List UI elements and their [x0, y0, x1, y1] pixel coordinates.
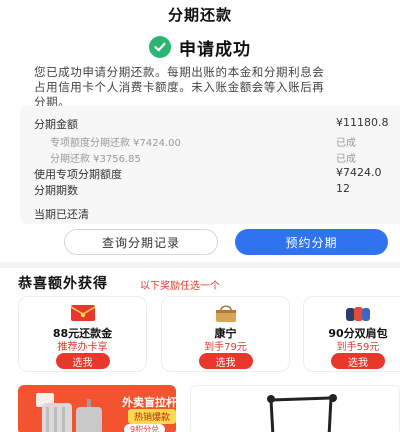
bag-icon [215, 305, 236, 322]
description-line-1: 您已成功申请分期还款。每期出账的本金和分期利息会 [34, 65, 325, 79]
summary-label: 分期还款 ¥3756.85 [50, 154, 141, 165]
choose-reward-button[interactable]: 选我 [198, 353, 253, 369]
description-line-2: 占用信用卡个人消费卡额度。未入账金额会等入账后再 [34, 80, 325, 94]
backpack-icon [346, 307, 370, 321]
success-description: 您已成功申请分期还款。每期出账的本金和分期利息会 占用信用卡个人消费卡额度。未入… [34, 65, 400, 110]
promo-title: 外卖盲拉杆箱 [122, 396, 176, 409]
promo-points: 9积分兑 [124, 424, 166, 432]
red-envelope-icon [70, 305, 95, 321]
top-bar: 分期还款 [0, 0, 400, 30]
summary-row-amount: 分期金额 ¥11180.8 [34, 116, 400, 132]
summary-cleared: 当期已还清 [34, 206, 400, 222]
promo-banner-cart[interactable] [190, 385, 400, 432]
promo-banner-luggage[interactable]: 外卖盲拉杆箱 热销爆款 9积分兑 [18, 385, 176, 432]
reward-card[interactable]: 康宁 到手79元 选我 [161, 296, 290, 372]
summary-row-periods: 分期期数 12 [34, 182, 400, 198]
cleared-label: 当期已还清 [34, 208, 89, 221]
summary-value: ¥7424.0 [336, 166, 382, 179]
section-divider [0, 262, 400, 268]
choose-reward-button[interactable]: 选我 [331, 353, 385, 369]
summary-row-installment: 分期还款 ¥3756.85 已成 [34, 150, 400, 165]
choose-reward-button[interactable]: 选我 [55, 353, 110, 369]
luggage-icon [36, 393, 102, 432]
promo-badge: 热销爆款 [128, 409, 176, 424]
page-title: 分期还款 [167, 6, 232, 24]
success-banner: 申请成功 [0, 33, 400, 61]
summary-value: 12 [336, 182, 350, 195]
trolley-icon [267, 394, 337, 432]
reward-card[interactable]: 88元还款金 推荐办卡享 选我 [18, 296, 147, 372]
bonus-title: 恭喜额外获得 [18, 276, 108, 292]
reward-subtitle: 推荐办卡享 [57, 342, 108, 353]
check-circle-icon [149, 36, 171, 58]
installment-summary-card: 分期金额 ¥11180.8 专项额度分期还款 ¥7424.00 已成 分期还款 … [20, 106, 400, 224]
bonus-subtitle: 以下奖励任选一个 [140, 281, 220, 292]
book-installment-button[interactable]: 预约分期 [235, 229, 388, 255]
summary-value: ¥11180.8 [336, 116, 389, 129]
summary-label: 分期期数 [34, 184, 78, 197]
query-installment-button[interactable]: 查询分期记录 [64, 229, 218, 255]
success-title: 申请成功 [179, 39, 251, 60]
reward-card[interactable]: 90分双肩包 到手59元 选我 [303, 296, 400, 372]
summary-row-special-quota: 专项额度分期还款 ¥7424.00 已成 [34, 134, 400, 149]
summary-label: 使用专项分期额度 [34, 168, 122, 181]
summary-label: 专项额度分期还款 ¥7424.00 [50, 138, 181, 149]
summary-row-special-used: 使用专项分期额度 ¥7424.0 [34, 166, 400, 182]
reward-subtitle: 到手79元 [204, 342, 247, 353]
summary-value: 已成 [336, 138, 356, 149]
summary-value: 已成 [336, 154, 356, 165]
reward-subtitle: 到手59元 [336, 342, 380, 353]
summary-label: 分期金额 [34, 118, 78, 131]
